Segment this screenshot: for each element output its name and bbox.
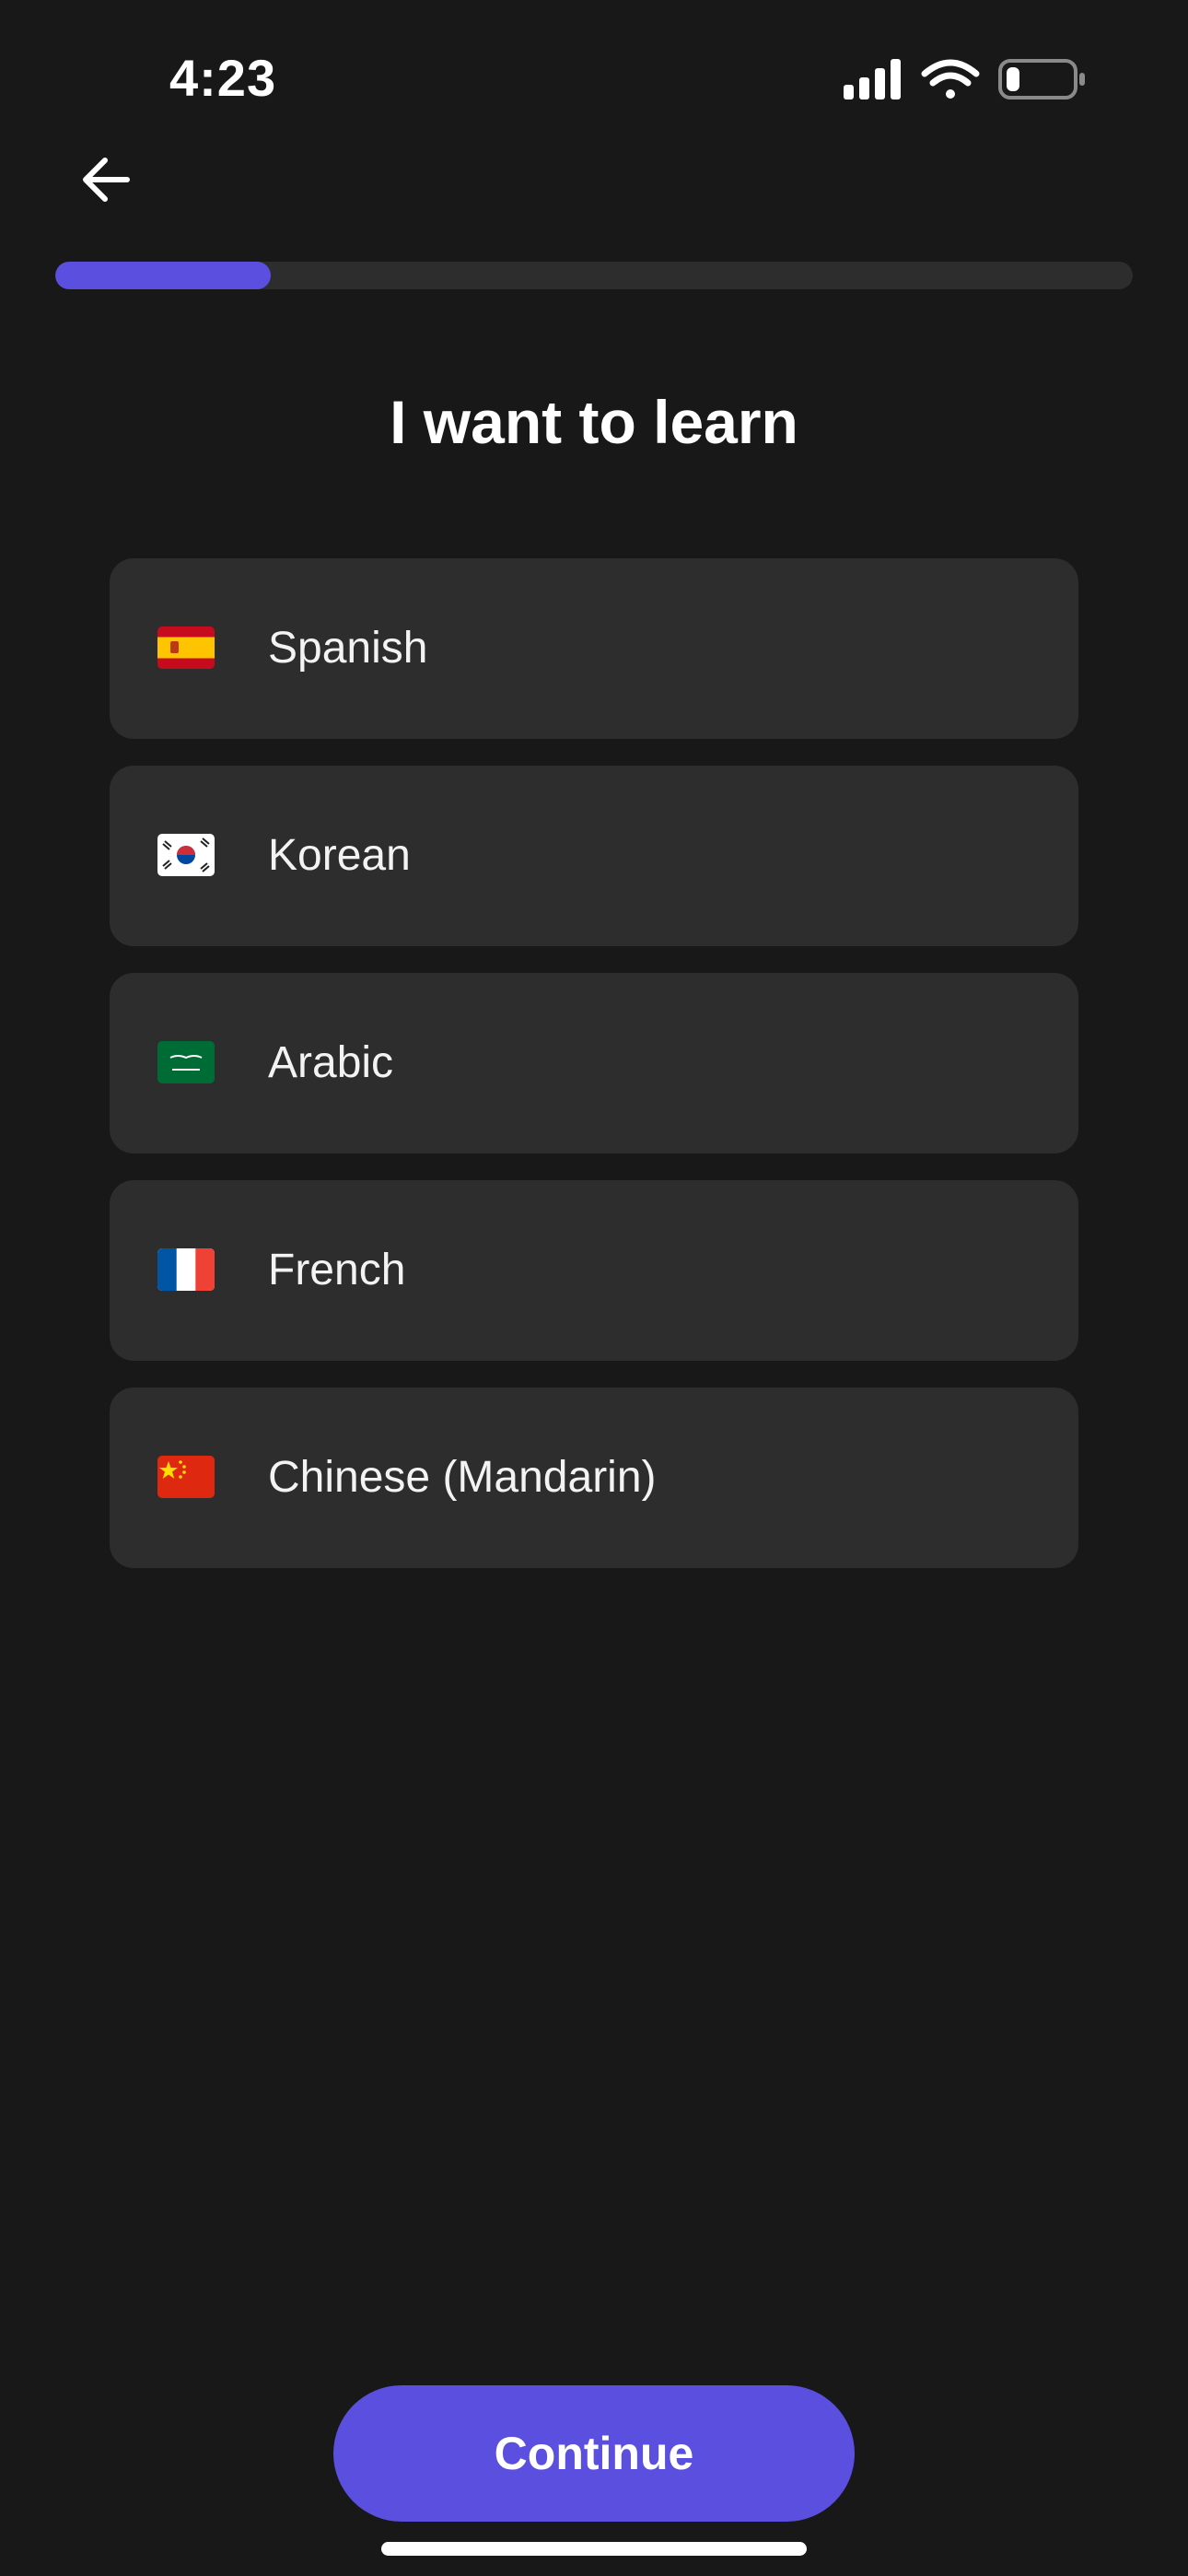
status-icons-svg: [844, 59, 1085, 100]
arrow-left-icon: [83, 158, 130, 202]
language-option-french[interactable]: French: [110, 1180, 1078, 1361]
language-option-korean[interactable]: Korean: [110, 766, 1078, 946]
back-button[interactable]: [76, 147, 140, 212]
battery-icon: [998, 59, 1085, 100]
language-option-arabic[interactable]: Arabic: [110, 973, 1078, 1153]
language-options: Spanish Korean Arabic French Chinese (Ma…: [110, 558, 1078, 1595]
language-label: French: [268, 1246, 406, 1294]
language-label: Korean: [268, 831, 411, 880]
saudi-arabia-flag-icon: [157, 1041, 215, 1083]
status-icons: [840, 55, 1090, 105]
home-indicator: [381, 2542, 807, 2556]
continue-button[interactable]: Continue: [333, 2385, 855, 2522]
language-label: Chinese (Mandarin): [268, 1453, 657, 1502]
progress-fill: [55, 262, 271, 289]
france-flag-icon: [157, 1248, 215, 1291]
language-option-spanish[interactable]: Spanish: [110, 558, 1078, 739]
language-label: Spanish: [268, 624, 428, 673]
status-time: 4:23: [169, 49, 277, 107]
cellular-signal-icon: [844, 59, 901, 100]
china-flag-icon: [157, 1456, 215, 1498]
south-korea-flag-icon: [157, 834, 215, 876]
wifi-icon: [921, 59, 980, 99]
progress-bar: [55, 262, 1133, 289]
battery-fill: [1007, 67, 1019, 91]
language-option-chinese-mandarin[interactable]: Chinese (Mandarin): [110, 1388, 1078, 1568]
language-label: Arabic: [268, 1038, 394, 1087]
status-bar: 4:23: [0, 0, 1188, 138]
page-title: I want to learn: [390, 388, 798, 456]
spain-flag-icon: [157, 626, 215, 669]
